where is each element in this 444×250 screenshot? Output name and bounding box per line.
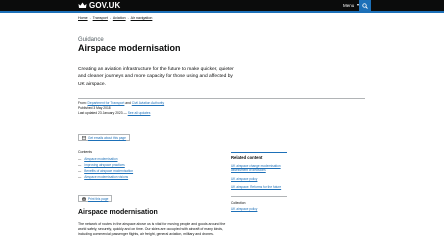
chevron-right-icon: ›: [89, 16, 91, 20]
collection-link[interactable]: UK airspace policy: [231, 207, 291, 211]
page-title: Airspace modernisation: [78, 43, 181, 53]
contents-item: — Airspace modernisation visions: [78, 174, 133, 180]
breadcrumb-home[interactable]: Home: [78, 16, 88, 21]
breadcrumb-aviation[interactable]: Aviation: [113, 16, 126, 21]
dash-icon: —: [78, 175, 82, 179]
print-label: Print this page: [88, 196, 109, 201]
from-and: and: [125, 101, 131, 105]
search-button[interactable]: [359, 0, 371, 11]
search-icon: [362, 2, 368, 9]
breadcrumb: Home › Transport › Aviation › Air naviga…: [78, 16, 152, 21]
header-accent-bar: [0, 11, 444, 13]
menu-label: Menu: [343, 3, 355, 8]
site-header: GOV.UK Menu ▼: [0, 0, 444, 11]
organisation-link[interactable]: Civil Aviation Authority: [132, 101, 164, 105]
see-all-updates-link[interactable]: See all updates: [128, 111, 151, 115]
chevron-right-icon: ›: [109, 16, 111, 20]
collection-label: Collection: [231, 201, 246, 205]
menu-button[interactable]: Menu ▼: [343, 2, 360, 9]
related-content-heading: Related content: [231, 155, 263, 160]
breadcrumb-transport[interactable]: Transport: [93, 16, 108, 21]
department-link[interactable]: Department for Transport: [88, 101, 125, 105]
crown-logo-icon[interactable]: [78, 2, 87, 9]
metadata-updated: Last updated 23 January 2023 — See all u…: [78, 111, 150, 116]
related-link[interactable]: UK airspace policy: [231, 177, 291, 181]
contents-list: — Airspace modernisation — Improving airsp…: [78, 156, 133, 180]
contents-label: Contents: [78, 150, 93, 154]
govuk-logo-text[interactable]: GOV.UK: [89, 1, 120, 10]
divider: [78, 98, 365, 99]
contents-link[interactable]: Airspace modernisation visions: [84, 174, 128, 180]
chevron-right-icon: ›: [127, 16, 129, 20]
lead-paragraph: Creating an aviation infrastructure for …: [78, 67, 234, 87]
get-emails-label: Get emails about this page: [88, 135, 126, 140]
envelope-icon: [82, 135, 86, 140]
get-emails-button[interactable]: Get emails about this page: [78, 134, 130, 141]
from-prefix: From:: [78, 101, 87, 105]
print-button[interactable]: Print this page: [78, 195, 113, 202]
breadcrumb-air-navigation[interactable]: Air navigation: [131, 16, 153, 21]
related-accent-bar: [231, 152, 287, 154]
sidebar-divider: [231, 196, 287, 197]
section-paragraph: The network of routes in the airspace ab…: [78, 222, 226, 237]
related-link[interactable]: UK airspace: Reforms for the future: [231, 185, 291, 189]
section-heading: Airspace modernisation: [78, 209, 158, 216]
updated-text: Last updated 23 January 2023 —: [78, 111, 127, 115]
related-link[interactable]: UK airspace change modernisation assessm…: [231, 164, 291, 172]
printer-icon: [82, 196, 86, 201]
